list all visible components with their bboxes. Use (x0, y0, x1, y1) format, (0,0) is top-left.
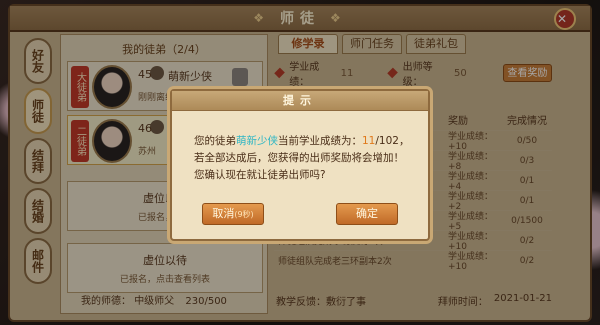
confirm-button[interactable]: 确定 (336, 203, 398, 225)
disciple-name-highlight: 萌新少侠 (236, 135, 278, 147)
dialog-message: 您的徒弟萌新少侠当前学业成绩为：11/102，若全部达成后，您获得的出师奖励将会… (194, 135, 410, 181)
dialog-title: 提示 (172, 91, 428, 111)
graduation-dialog: 提示 您的徒弟萌新少侠当前学业成绩为：11/102，若全部达成后，您获得的出师奖… (170, 89, 430, 241)
cancel-button[interactable]: 取消(9秒) (202, 203, 264, 225)
dialog-buttons: 取消(9秒) 确定 (172, 203, 428, 225)
cancel-timer: (9秒) (234, 210, 254, 219)
total-score: /102 (375, 135, 399, 147)
current-score: 11 (362, 135, 376, 147)
